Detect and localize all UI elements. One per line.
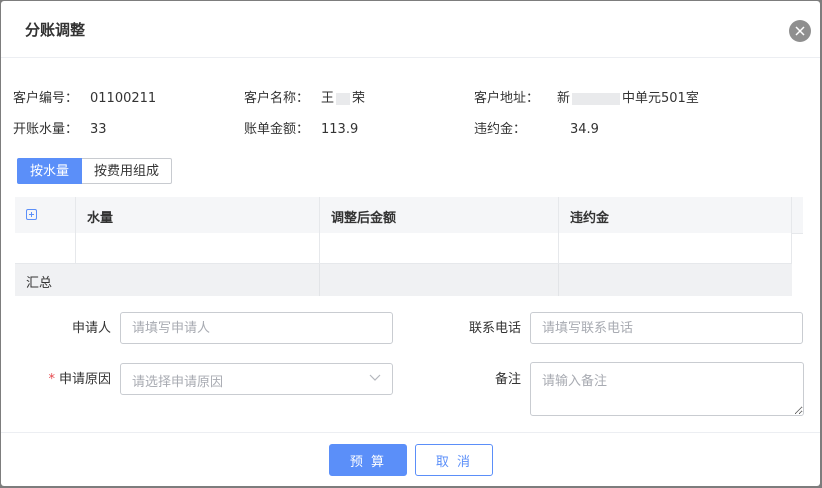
table-cell [319,264,558,296]
reason-select-placeholder: 请选择申请原因 [132,375,224,390]
table-header: 水量 调整后金额 违约金 [15,197,803,234]
expand-column [15,197,75,233]
open-water: 开账水量： 33 [13,120,107,140]
redaction-mask [572,92,621,105]
customer-no: 客户编号： 01100211 [13,89,156,109]
customer-address-prefix: 新 [557,91,571,106]
info-row-2: 开账水量： 33 账单金额： 113.9 违约金： 34.9 [1,120,820,140]
dialog-title: 分账调整 [25,21,86,39]
phone-input[interactable] [530,312,803,344]
customer-address-suffix: 中单元501室 [622,91,699,106]
column-water: 水量 [75,197,319,233]
table-cell [558,264,792,296]
applicant-input[interactable] [120,312,393,344]
redaction-mask [336,92,351,105]
column-adjusted-amount: 调整后金额 [319,197,558,233]
table-cell[interactable] [319,233,558,263]
reason-label-wrap: * 申请原因 [21,370,111,390]
close-icon [795,26,805,36]
cancel-button[interactable]: 取 消 [415,444,493,476]
bill-amount-value: 113.9 [321,122,359,137]
open-water-label: 开账水量： [13,122,79,137]
customer-address: 客户地址： 新 中单元501室 [474,89,699,109]
dialog-footer: 预 算 取 消 [1,432,820,486]
customer-address-value: 新 中单元501室 [557,89,699,109]
column-header: 调整后金额 [331,211,397,226]
table-row[interactable] [15,233,792,264]
customer-address-label: 客户地址： [474,91,540,106]
table-summary-row: 汇总 [15,264,792,296]
scrollbar-gutter [791,197,803,233]
phone-label: 联系电话 [468,321,521,336]
customer-name-value: 王荣 [321,89,365,109]
mode-switch: 按水量 按费用组成 [17,158,173,184]
reason-select[interactable]: 请选择申请原因 [120,363,393,395]
required-mark: * [48,372,55,387]
dialog-header: 分账调整 [1,1,820,58]
customer-name-suffix: 荣 [352,91,366,106]
expand-icon[interactable] [26,209,37,220]
tab-by-water[interactable]: 按水量 [17,158,83,184]
customer-no-label: 客户编号： [13,91,79,106]
table-cell[interactable] [75,233,319,263]
open-water-value: 33 [90,122,107,137]
customer-name-prefix: 王 [321,91,335,106]
bill-amount: 账单金额： 113.9 [244,120,358,140]
column-penalty: 违约金 [558,197,791,233]
calculate-button[interactable]: 预 算 [329,444,407,476]
penalty-value: 34.9 [570,122,599,137]
customer-no-value: 01100211 [90,91,157,106]
table-cell[interactable] [558,233,792,263]
remark-textarea[interactable] [530,362,804,416]
penalty-label: 违约金： [474,122,527,137]
reason-label: 申请原因 [58,372,111,387]
penalty: 违约金： 34.9 [474,120,599,140]
close-button[interactable] [789,20,811,42]
table-cell [15,233,75,263]
info-row-1: 客户编号： 01100211 客户名称： 王荣 客户地址： 新中单元501室 [1,89,820,109]
chevron-down-icon [369,374,381,381]
summary-label: 汇总 [26,276,53,291]
bill-amount-label: 账单金额： [244,122,310,137]
customer-name-label: 客户名称： [244,91,310,106]
remark-label: 备注 [494,372,521,387]
tab-by-fee[interactable]: 按费用组成 [82,158,173,184]
applicant-label: 申请人 [71,321,111,336]
split-account-dialog: 分账调整 客户编号： 01100211 客户名称： 王荣 客户地址： 新中单元5… [1,1,820,486]
column-header: 水量 [87,211,114,226]
customer-name: 客户名称： 王荣 [244,89,365,109]
column-header: 违约金 [570,211,610,226]
